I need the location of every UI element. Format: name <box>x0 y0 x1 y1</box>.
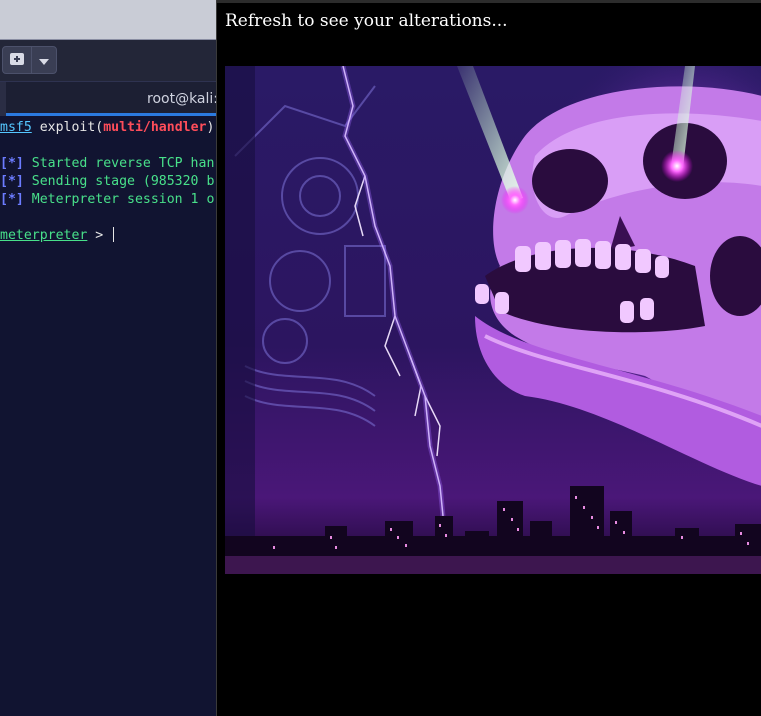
chevron-down-icon <box>38 51 50 70</box>
skull-artwork-image <box>225 66 761 574</box>
desktop-panel <box>0 0 216 40</box>
module-name: multi/handler <box>103 120 207 135</box>
prompt-line: msf5 exploit(multi/handler) <box>0 120 215 135</box>
terminal-title: root@kali: <box>147 91 216 107</box>
meterpreter-prompt: meterpreter <box>0 228 88 243</box>
terminal-window: root@kali: msf5 exploit(multi/handler) [… <box>0 0 216 716</box>
new-tab-icon <box>9 51 25 70</box>
terminal-output[interactable]: msf5 exploit(multi/handler) [*] Started … <box>0 117 216 716</box>
status-line: [*] Started reverse TCP han <box>0 156 215 171</box>
terminal-toolbar <box>0 40 216 82</box>
tab-menu-dropdown[interactable] <box>31 46 57 74</box>
text-cursor <box>113 227 115 242</box>
terminal-tab[interactable]: root@kali: <box>0 82 216 116</box>
status-line: [*] Sending stage (985320 b <box>0 174 215 189</box>
refresh-message: Refresh to see your alterations... <box>225 11 508 31</box>
meterpreter-prompt-line: meterpreter > <box>0 227 115 245</box>
new-tab-button[interactable] <box>2 46 32 74</box>
msf-prompt: msf5 <box>0 120 32 135</box>
browser-window: Refresh to see your alterations... <box>216 0 761 716</box>
status-line: [*] Meterpreter session 1 o <box>0 192 215 207</box>
